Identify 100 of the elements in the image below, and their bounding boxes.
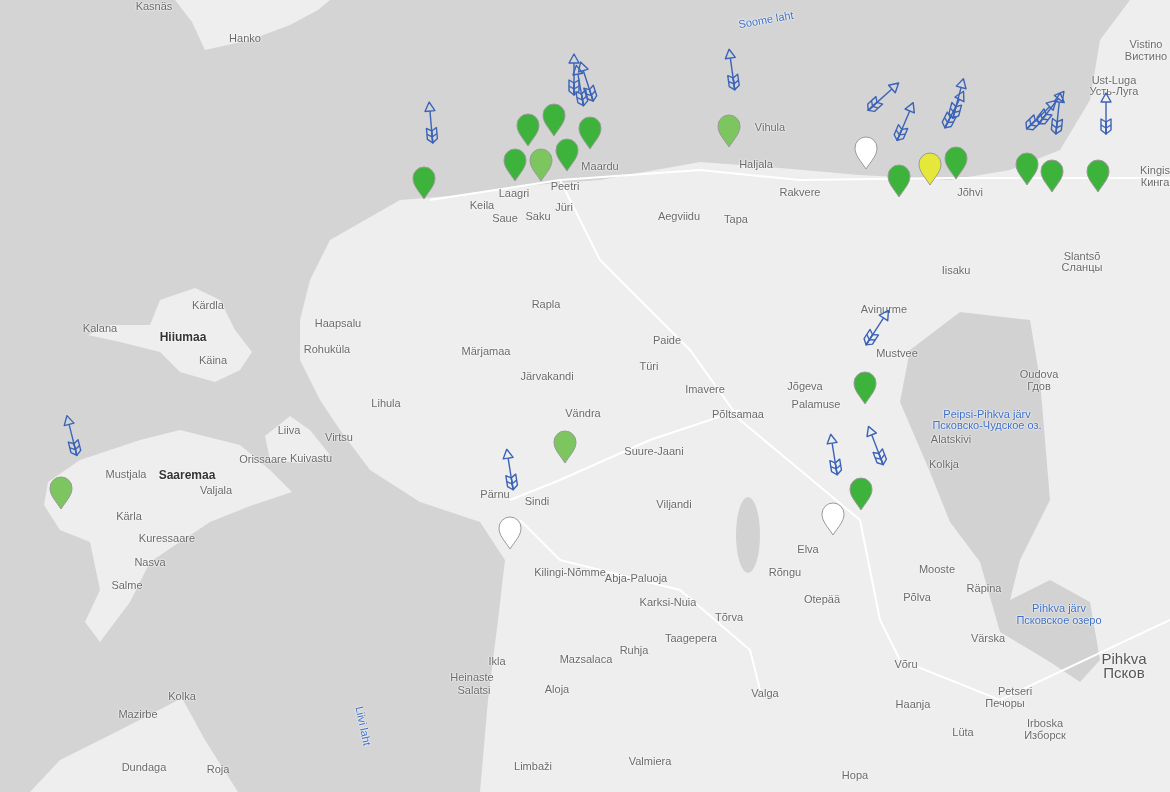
place-label: Nasva (134, 556, 166, 568)
map-pin[interactable] (944, 146, 968, 180)
arrow-icon (421, 100, 441, 146)
place-label: Kingis (1140, 164, 1170, 176)
place-label: Вистино (1124, 50, 1168, 62)
place-label: Keila (469, 199, 495, 211)
place-label: Kärdla (192, 299, 224, 311)
place-label: Aloja (544, 683, 570, 695)
place-label: Orissaare (239, 453, 287, 465)
place-label: Laagri (498, 187, 530, 199)
place-label: Maardu (581, 160, 619, 172)
place-label: Mooste (918, 563, 956, 575)
place-label: Vändra (565, 407, 601, 419)
place-label: Järvakandi (520, 370, 574, 382)
place-label: Valga (751, 687, 779, 699)
map-pin[interactable] (578, 116, 602, 150)
place-label: Põltsamaa (712, 408, 764, 420)
place-label: Hopa (841, 769, 869, 781)
place-label: Tõrva (714, 611, 744, 623)
place-label: Kuivastu (289, 452, 333, 464)
place-label: Saue (492, 212, 518, 224)
place-label: Сланцы (1061, 261, 1103, 273)
map-pin[interactable] (1040, 159, 1064, 193)
place-label: Palamuse (791, 398, 841, 410)
place-label: Salme (111, 579, 143, 591)
place-label: Suure-Jaani (624, 445, 684, 457)
place-label: Lihula (371, 397, 401, 409)
place-label: Кинга (1140, 176, 1170, 188)
map-pin[interactable] (498, 516, 522, 550)
place-label: Изборск (1024, 729, 1066, 741)
place-label: Mazsalaca (559, 653, 613, 665)
map-pin[interactable] (1015, 152, 1039, 186)
place-label: Valmiera (628, 755, 672, 767)
place-label: Võru (894, 658, 918, 670)
map-pin[interactable] (529, 148, 553, 182)
map-pin[interactable] (853, 371, 877, 405)
place-label: Abja-Paluoja (604, 572, 668, 584)
map-pin[interactable] (516, 113, 540, 147)
map-pin[interactable] (821, 502, 845, 536)
place-label: Otepää (803, 593, 841, 605)
place-label: Ust-Luga (1091, 74, 1137, 86)
place-label: Kilingi-Nõmme (534, 566, 606, 578)
map-pin[interactable] (553, 430, 577, 464)
map-pin[interactable] (887, 164, 911, 198)
place-label: Heinaste (450, 671, 494, 683)
place-label: Paide (652, 334, 682, 346)
place-label: Oudova (1019, 368, 1059, 380)
place-label: Kasnäs (135, 0, 173, 12)
water-label: Peipsi-Pihkva järv (943, 408, 1031, 420)
place-label: Vihula (754, 121, 786, 133)
place-label: Haanja (895, 698, 931, 710)
place-label: Kuressaare (138, 532, 196, 544)
map-pin[interactable] (503, 148, 527, 182)
place-label: Kolkja (929, 458, 959, 470)
place-label: Elva (797, 543, 819, 555)
place-label: Rapla (531, 298, 561, 310)
place-label: Усть-Луга (1089, 85, 1139, 97)
place-label: Räpina (966, 582, 1002, 594)
water-label: Псковское озеро (1016, 614, 1102, 626)
place-label: Virtsu (325, 431, 353, 443)
place-label: Jüri (555, 201, 573, 213)
map-pin[interactable] (849, 477, 873, 511)
place-label: Viljandi (656, 498, 692, 510)
water-label: Soome laht (737, 9, 795, 31)
map-pin[interactable] (854, 136, 878, 170)
map-pin[interactable] (412, 166, 436, 200)
place-label: Saku (525, 210, 551, 222)
place-label: Mustvee (876, 347, 918, 359)
place-label: Karksi-Nuia (639, 596, 697, 608)
place-label: Vistino (1129, 38, 1163, 50)
place-label: Valjala (199, 484, 233, 496)
place-label: Mazirbe (118, 708, 158, 720)
place-label: Lüta (952, 726, 974, 738)
place-label: Kärla (116, 510, 142, 522)
map-pin[interactable] (717, 114, 741, 148)
place-label: Alatskivi (930, 433, 972, 445)
place-label: Haapsalu (314, 317, 362, 329)
place-label: Гдов (1027, 380, 1051, 392)
map-pin[interactable] (918, 152, 942, 186)
place-label: Ruhja (619, 644, 649, 656)
map-pin[interactable] (542, 103, 566, 137)
place-label: Värska (970, 632, 1006, 644)
place-label: Irboska (1026, 717, 1064, 729)
map-pin[interactable] (49, 476, 73, 510)
map-pin[interactable] (1086, 159, 1110, 193)
place-label: Sindi (524, 495, 550, 507)
place-label: Limbaži (514, 760, 552, 772)
place-label: Mustjala (105, 468, 147, 480)
place-label: Псков (1103, 664, 1145, 680)
region-label: Hiiumaa (159, 331, 207, 343)
place-label: Hanko (229, 32, 261, 44)
region-label: Saaremaa (158, 469, 216, 481)
place-label: Jõhvi (957, 186, 983, 198)
place-label: Slantsõ (1063, 250, 1101, 262)
map-pin[interactable] (555, 138, 579, 172)
place-label: Pärnu (480, 488, 510, 500)
place-label: Kolka (168, 690, 196, 702)
place-label: Jõgeva (787, 380, 823, 392)
place-label: Türi (639, 360, 659, 372)
place-label: Avinurme (860, 303, 908, 315)
